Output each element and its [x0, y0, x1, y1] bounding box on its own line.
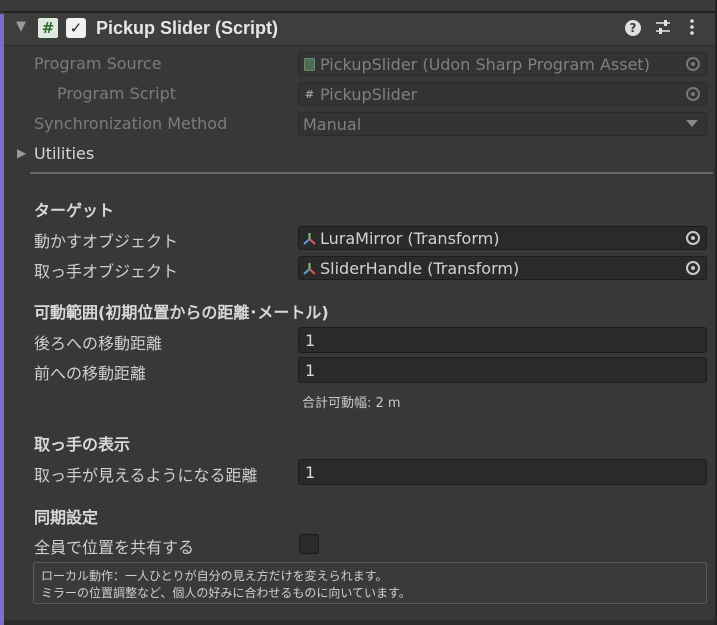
presets-sliders-icon[interactable]	[652, 16, 674, 38]
program-source-field[interactable]: PickupSlider (Udon Sharp Program Asset)	[298, 52, 707, 76]
back-distance-input[interactable]: 1	[298, 327, 707, 353]
forward-distance-label: 前への移動距離	[34, 364, 147, 383]
forward-distance-value: 1	[305, 360, 316, 380]
utilities-foldout-icon[interactable]: ▶	[17, 146, 26, 160]
inspector-accent-bar	[0, 14, 4, 625]
foldout-arrow-icon[interactable]: ▼	[16, 19, 26, 34]
program-source-value: PickupSlider (Udon Sharp Program Asset)	[320, 54, 650, 74]
kebab-menu-icon[interactable]	[684, 16, 700, 38]
previous-component-edge	[0, 0, 717, 12]
component-enabled-checkbox[interactable]: ✓	[66, 18, 86, 38]
total-range-note: 合計可動幅: 2 m	[302, 396, 401, 411]
transform-icon	[303, 262, 316, 275]
visible-distance-value: 1	[305, 462, 316, 482]
move-object-field[interactable]: LuraMirror (Transform)	[298, 226, 707, 250]
forward-distance-input[interactable]: 1	[298, 357, 707, 383]
back-distance-value: 1	[305, 330, 316, 350]
utilities-foldout-label[interactable]: Utilities	[34, 144, 94, 163]
csharp-script-icon: #	[38, 18, 58, 38]
component-title: Pickup Slider (Script)	[96, 18, 279, 38]
move-object-value: LuraMirror (Transform)	[320, 228, 500, 248]
sync-method-dropdown[interactable]: Manual	[298, 112, 707, 136]
handle-object-field[interactable]: SliderHandle (Transform)	[298, 256, 707, 280]
sync-method-value: Manual	[303, 114, 362, 134]
visible-distance-input[interactable]: 1	[298, 459, 707, 485]
udon-asset-icon	[303, 57, 316, 71]
component-bottom-edge	[4, 620, 715, 625]
back-distance-label: 後ろへの移動距離	[34, 334, 163, 353]
object-picker-icon[interactable]	[686, 231, 700, 245]
handle-object-value: SliderHandle (Transform)	[320, 258, 520, 278]
program-script-label: Program Script	[57, 84, 176, 103]
handle-object-label: 取っ手オブジェクト	[34, 262, 179, 281]
section-divider	[30, 172, 713, 174]
program-source-label: Program Source	[34, 54, 162, 73]
target-header: ターゲット	[34, 201, 115, 220]
help-line-1: ローカル動作：一人ひとりが自分の見え方だけを変えられます。	[41, 569, 388, 583]
chevron-down-icon	[686, 120, 698, 127]
sync-header: 同期設定	[34, 508, 99, 527]
share-position-label: 全員で位置を共有する	[34, 538, 195, 557]
handle-display-header: 取っ手の表示	[34, 435, 131, 454]
program-script-value: PickupSlider	[320, 84, 418, 104]
object-picker-icon[interactable]	[686, 261, 700, 275]
help-icon[interactable]: ?	[625, 20, 641, 36]
object-picker-icon[interactable]	[686, 87, 700, 101]
sync-method-label: Synchronization Method	[34, 114, 228, 133]
script-file-icon: #	[304, 87, 315, 101]
share-position-checkbox[interactable]	[299, 534, 319, 554]
visible-distance-label: 取っ手が見えるようになる距離	[34, 466, 258, 485]
transform-icon	[303, 232, 316, 245]
sync-help-box: ローカル動作：一人ひとりが自分の見え方だけを変えられます。 ミラーの位置調整など…	[33, 562, 707, 604]
move-object-label: 動かすオブジェクト	[34, 232, 179, 251]
object-picker-icon[interactable]	[686, 57, 700, 71]
range-header: 可動範囲(初期位置からの距離･メートル)	[34, 303, 329, 322]
program-script-field[interactable]: # PickupSlider	[298, 82, 707, 106]
help-line-2: ミラーの位置調整など、個人の好みに合わせるものに向いています。	[41, 586, 411, 600]
